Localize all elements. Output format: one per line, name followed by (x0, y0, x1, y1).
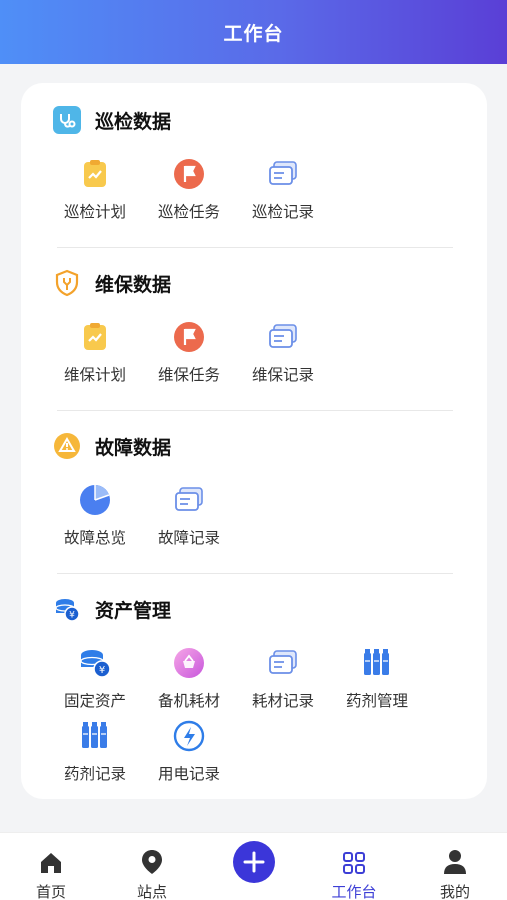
item-spare-consumables[interactable]: 备机耗材 (142, 645, 236, 711)
item-label: 巡检记录 (251, 203, 314, 221)
item-inspection-task[interactable]: 巡检任务 (142, 156, 236, 222)
user-icon (405, 833, 505, 875)
item-fault-record[interactable]: 故障记录 (142, 482, 236, 548)
item-fault-overview[interactable]: 故障总览 (48, 482, 142, 548)
item-inspection-plan[interactable]: 巡检计划 (48, 156, 142, 222)
clipboard-plan-icon (77, 156, 113, 192)
grid-icon (304, 833, 404, 875)
svg-text:¥: ¥ (99, 665, 105, 676)
item-label: 药剂管理 (345, 692, 408, 710)
record-list-icon (265, 156, 301, 192)
tab-site[interactable]: 站点 (102, 833, 202, 900)
section-header: ¥ 资产管理 (53, 593, 171, 625)
item-label: 用电记录 (157, 765, 220, 783)
task-flag-icon (171, 319, 207, 355)
coins-stack-icon: ¥ (77, 645, 113, 681)
item-maintenance-record[interactable]: 维保记录 (236, 319, 330, 385)
page-title: 工作台 (223, 22, 284, 45)
coins-stack-icon: ¥ (53, 595, 81, 623)
section-header: 巡检数据 (53, 104, 171, 136)
home-icon (1, 833, 101, 875)
item-label: 维保计划 (63, 366, 126, 384)
tab-label: 首页 (35, 883, 66, 900)
item-fixed-assets[interactable]: ¥ 固定资产 (48, 645, 142, 711)
section-header: 维保数据 (53, 267, 171, 299)
pie-chart-icon (77, 482, 113, 518)
record-list-icon (265, 645, 301, 681)
item-label: 故障记录 (157, 529, 220, 547)
item-label: 药剂记录 (63, 765, 126, 783)
record-list-icon (171, 482, 207, 518)
item-label: 故障总览 (63, 529, 126, 547)
item-inspection-record[interactable]: 巡检记录 (236, 156, 330, 222)
section-title: 资产管理 (95, 599, 172, 622)
svg-text:¥: ¥ (69, 611, 75, 621)
item-label: 巡检计划 (63, 203, 126, 221)
divider (57, 573, 453, 574)
stethoscope-icon (53, 106, 81, 134)
shield-wrench-icon (53, 269, 81, 297)
divider (57, 247, 453, 248)
add-button[interactable] (233, 841, 275, 883)
tab-label: 工作台 (331, 883, 377, 900)
plus-icon (243, 851, 265, 873)
bottles-icon (359, 645, 395, 681)
location-pin-icon (102, 833, 202, 875)
tab-mine[interactable]: 我的 (405, 833, 505, 900)
item-label: 维保记录 (251, 366, 314, 384)
task-flag-icon (171, 156, 207, 192)
section-title: 巡检数据 (95, 110, 172, 133)
item-label: 固定资产 (63, 692, 126, 710)
header-bar: 工作台 (0, 0, 507, 64)
divider (57, 410, 453, 411)
lightning-icon (171, 718, 207, 754)
tab-home[interactable]: 首页 (1, 833, 101, 900)
item-label: 维保任务 (157, 366, 220, 384)
item-reagent-record[interactable]: 药剂记录 (48, 718, 142, 784)
item-maintenance-task[interactable]: 维保任务 (142, 319, 236, 385)
item-label: 备机耗材 (157, 692, 220, 710)
item-label: 巡检任务 (157, 203, 220, 221)
spare-machine-icon (171, 645, 207, 681)
section-header: 故障数据 (53, 430, 171, 462)
item-reagent-management[interactable]: 药剂管理 (330, 645, 424, 711)
section-title: 维保数据 (95, 273, 172, 296)
tab-label: 站点 (136, 883, 167, 900)
bottles-icon (77, 718, 113, 754)
item-label: 耗材记录 (251, 692, 314, 710)
record-list-icon (265, 319, 301, 355)
tab-workbench[interactable]: 工作台 (304, 833, 404, 900)
tab-label: 我的 (439, 883, 470, 900)
warning-icon (53, 432, 81, 460)
item-maintenance-plan[interactable]: 维保计划 (48, 319, 142, 385)
item-electricity-record[interactable]: 用电记录 (142, 718, 236, 784)
workbench-card: 巡检数据 巡检计划 巡检任务 巡检记录 维保数据 维保计划 维保任务 维保记录 … (21, 83, 487, 799)
item-consumable-record[interactable]: 耗材记录 (236, 645, 330, 711)
section-title: 故障数据 (95, 436, 172, 459)
clipboard-plan-icon (77, 319, 113, 355)
